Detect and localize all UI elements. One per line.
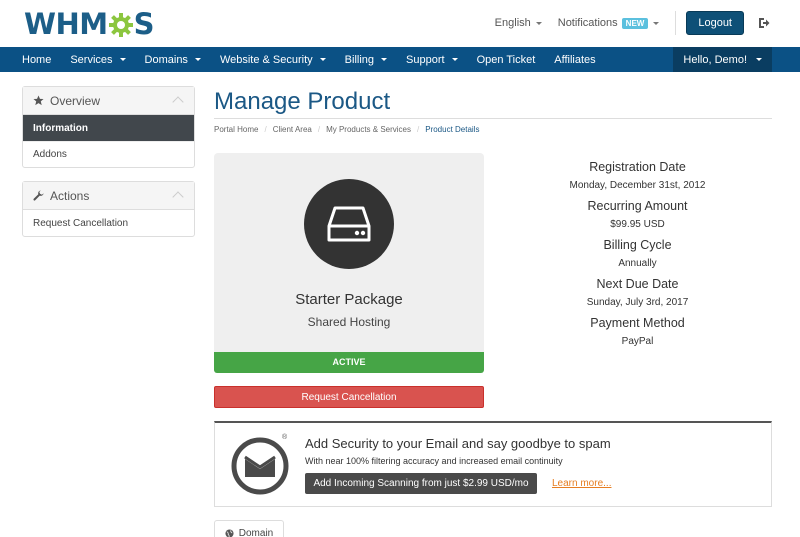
chevron-up-icon[interactable] xyxy=(172,191,184,203)
sidebar-item-information[interactable]: Information xyxy=(23,115,194,141)
hard-drive-icon xyxy=(327,206,371,242)
nav-item-home[interactable]: Home xyxy=(22,54,51,66)
detail-value: Monday, December 31st, 2012 xyxy=(569,180,706,191)
nav-item-affiliates[interactable]: Affiliates xyxy=(554,54,595,66)
breadcrumb-portal-home[interactable]: Portal Home xyxy=(214,125,258,134)
chevron-down-icon xyxy=(381,58,388,61)
exit-icon[interactable] xyxy=(758,17,770,29)
detail-label: Recurring Amount xyxy=(587,199,688,213)
breadcrumb-current: Product Details xyxy=(425,125,480,134)
main-navigation: Home Services Domains Website & Security… xyxy=(0,47,800,72)
nav-item-domains[interactable]: Domains xyxy=(145,54,201,66)
chevron-down-icon xyxy=(756,58,762,61)
chevron-down-icon xyxy=(319,58,326,61)
user-greeting: Hello, Demo! xyxy=(683,53,747,66)
new-badge: NEW xyxy=(621,17,649,29)
breadcrumb-separator: / xyxy=(317,125,321,134)
chevron-down-icon xyxy=(194,58,201,61)
overview-title: Overview xyxy=(50,93,101,108)
nav-item-label: Billing xyxy=(344,53,375,66)
registered-mark: ® xyxy=(282,434,288,441)
nav-item-label: Home xyxy=(22,53,52,66)
divider xyxy=(214,118,772,119)
globe-icon xyxy=(225,529,234,537)
language-label: English xyxy=(494,17,531,29)
gear-logo-icon xyxy=(108,13,133,37)
nav-item-services[interactable]: Services xyxy=(70,53,126,66)
user-menu[interactable]: Hello, Demo! xyxy=(673,47,772,72)
nav-items: Home Services Domains Website & Security… xyxy=(22,47,615,72)
chevron-down-icon xyxy=(653,21,660,25)
notifications-menu[interactable]: Notifications NEW xyxy=(558,17,660,29)
chevron-down-icon xyxy=(451,58,458,61)
nav-item-label: Services xyxy=(70,53,113,66)
detail-label: Billing Cycle xyxy=(603,238,672,252)
detail-value: Annually xyxy=(618,258,657,269)
sidebar-item-addons[interactable]: Addons xyxy=(23,141,194,167)
product-group: Shared Hosting xyxy=(307,315,391,329)
nav-item-open-ticket[interactable]: Open Ticket xyxy=(477,54,536,66)
promo-headline: Add Security to your Email and say goodb… xyxy=(305,436,611,451)
detail-value: $99.95 USD xyxy=(610,219,665,230)
chevron-down-icon xyxy=(535,21,542,25)
wrench-icon xyxy=(33,190,44,201)
breadcrumb: Portal Home / Client Area / My Products … xyxy=(214,125,479,134)
nav-item-label: Support xyxy=(406,53,445,66)
nav-item-label: Domains xyxy=(144,53,188,66)
overview-panel: Overview Information Addons xyxy=(22,86,195,168)
detail-value: PayPal xyxy=(621,336,654,347)
nav-item-support[interactable]: Support xyxy=(406,54,458,66)
breadcrumb-separator: / xyxy=(264,125,267,134)
breadcrumb-client-area[interactable]: Client Area xyxy=(273,125,312,134)
detail-value: Sunday, July 3rd, 2017 xyxy=(586,297,689,308)
product-details: Registration Date Monday, December 31st,… xyxy=(540,158,735,353)
notifications-label: Notifications xyxy=(557,17,618,29)
star-icon xyxy=(33,95,44,106)
chevron-down-icon xyxy=(119,58,126,61)
chevron-up-icon[interactable] xyxy=(172,96,184,108)
nav-item-label: Website & Security xyxy=(219,53,313,66)
breadcrumb-separator: / xyxy=(417,125,420,134)
nav-item-label: Affiliates xyxy=(554,53,596,66)
top-header: WHM S English Notifications NEW Logout xyxy=(0,0,800,47)
envelope-icon xyxy=(231,437,289,495)
actions-title: Actions xyxy=(50,188,90,203)
add-incoming-scanning-button[interactable]: Add Incoming Scanning from just $2.99 US… xyxy=(305,473,537,494)
language-selector[interactable]: English xyxy=(495,17,542,29)
nav-item-website-security[interactable]: Website & Security xyxy=(220,54,326,66)
overview-panel-header[interactable]: Overview xyxy=(23,87,194,115)
status-badge: ACTIVE xyxy=(214,352,484,373)
divider xyxy=(675,11,677,35)
request-cancellation-button[interactable]: Request Cancellation xyxy=(214,386,484,408)
tab-domain[interactable]: Domain xyxy=(214,520,284,537)
nav-item-billing[interactable]: Billing xyxy=(344,53,388,66)
product-icon-circle xyxy=(304,179,394,269)
detail-label: Next Due Date xyxy=(596,277,679,291)
sidebar-item-request-cancellation[interactable]: Request Cancellation xyxy=(23,210,194,236)
nav-item-label: Open Ticket xyxy=(476,53,536,66)
page-title: Manage Product xyxy=(214,88,391,115)
whmcs-logo[interactable]: WHM S xyxy=(24,7,155,41)
detail-label: Payment Method xyxy=(590,316,685,330)
product-card: Starter Package Shared Hosting xyxy=(214,153,484,352)
header-actions: English Notifications NEW Logout xyxy=(495,11,770,35)
breadcrumb-my-products[interactable]: My Products & Services xyxy=(326,125,411,134)
logo-text-left: WHM xyxy=(24,7,108,41)
logo-text-right: S xyxy=(133,7,155,41)
actions-panel: Actions Request Cancellation xyxy=(22,181,195,237)
product-name: Starter Package xyxy=(295,291,403,308)
detail-label: Registration Date xyxy=(589,160,686,174)
email-security-promo: ® Add Security to your Email and say goo… xyxy=(214,421,772,507)
logout-button[interactable]: Logout xyxy=(686,11,744,35)
tab-domain-label: Domain xyxy=(238,528,274,537)
learn-more-link[interactable]: Learn more... xyxy=(552,478,611,489)
actions-panel-header[interactable]: Actions xyxy=(23,182,194,210)
promo-subtext: With near 100% filtering accuracy and in… xyxy=(305,456,563,466)
